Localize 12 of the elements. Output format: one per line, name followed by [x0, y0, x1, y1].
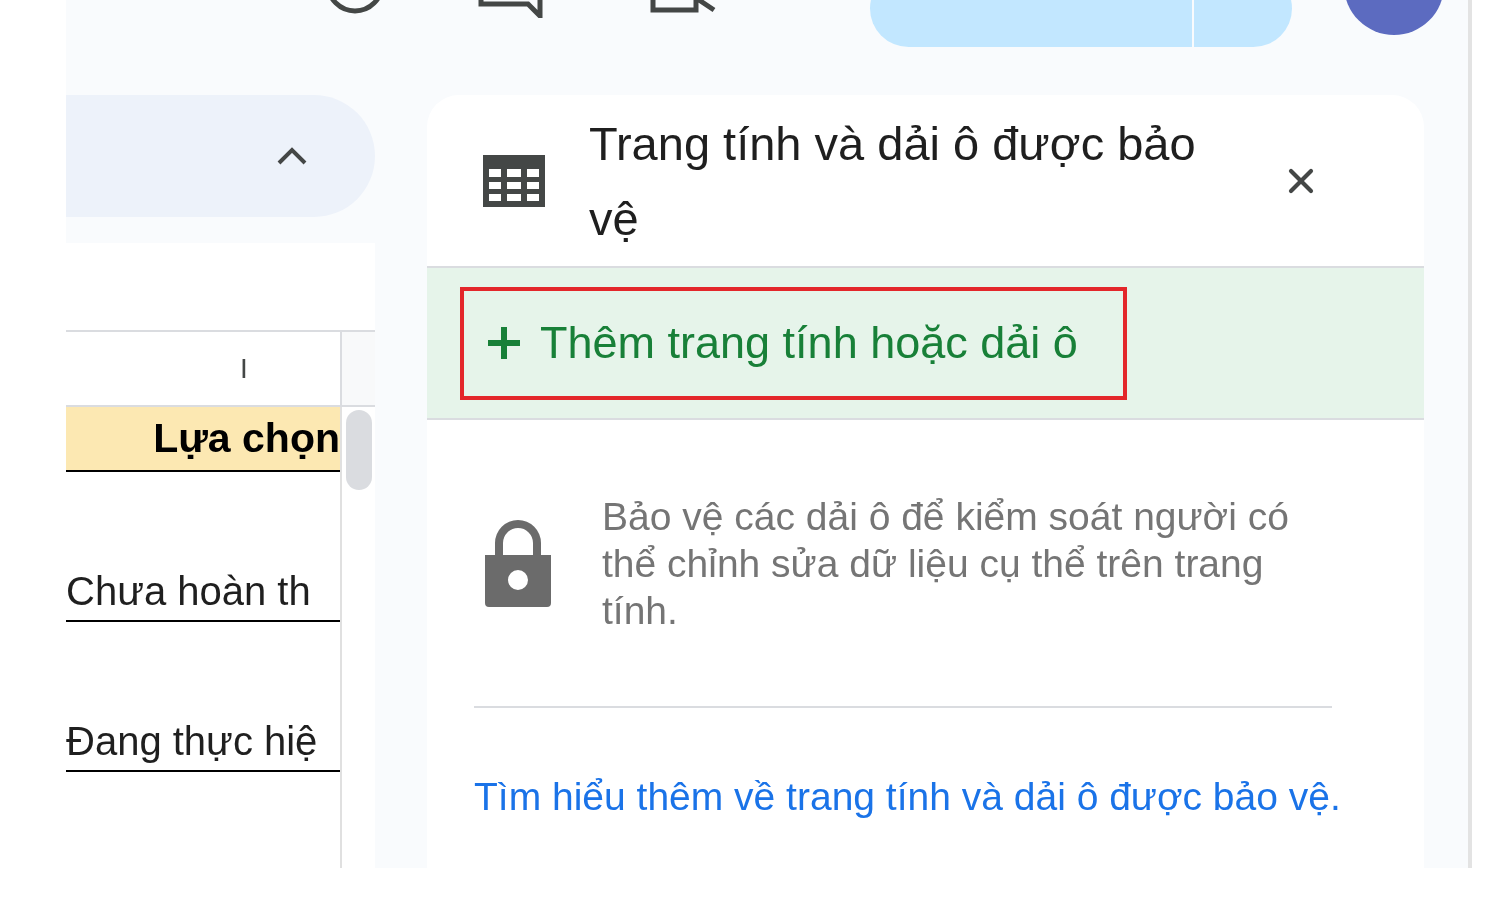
table-icon	[483, 154, 545, 207]
description-text: Bảo vệ các dải ô để kiểm soát người có thể chỉnh sửa dữ liệu cụ thể trên trang tính.	[602, 493, 1290, 634]
table-cell: Chưa hoàn th	[66, 568, 340, 622]
column-header[interactable]: I	[66, 330, 340, 407]
table-cell: Đang thực hiệ	[66, 718, 340, 772]
plus-icon	[488, 327, 520, 359]
lock-icon	[483, 519, 553, 607]
chevron-up-icon[interactable]	[277, 147, 307, 165]
learn-more-link[interactable]: Tìm hiểu thêm về trang tính và dải ô được bảo vệ.	[474, 775, 1341, 818]
panel-title: Trang tính và dải ô được bảo vệ	[589, 115, 1197, 247]
table-cell: Lựa chọn	[66, 407, 340, 472]
scrollbar-thumb[interactable]	[346, 410, 372, 490]
